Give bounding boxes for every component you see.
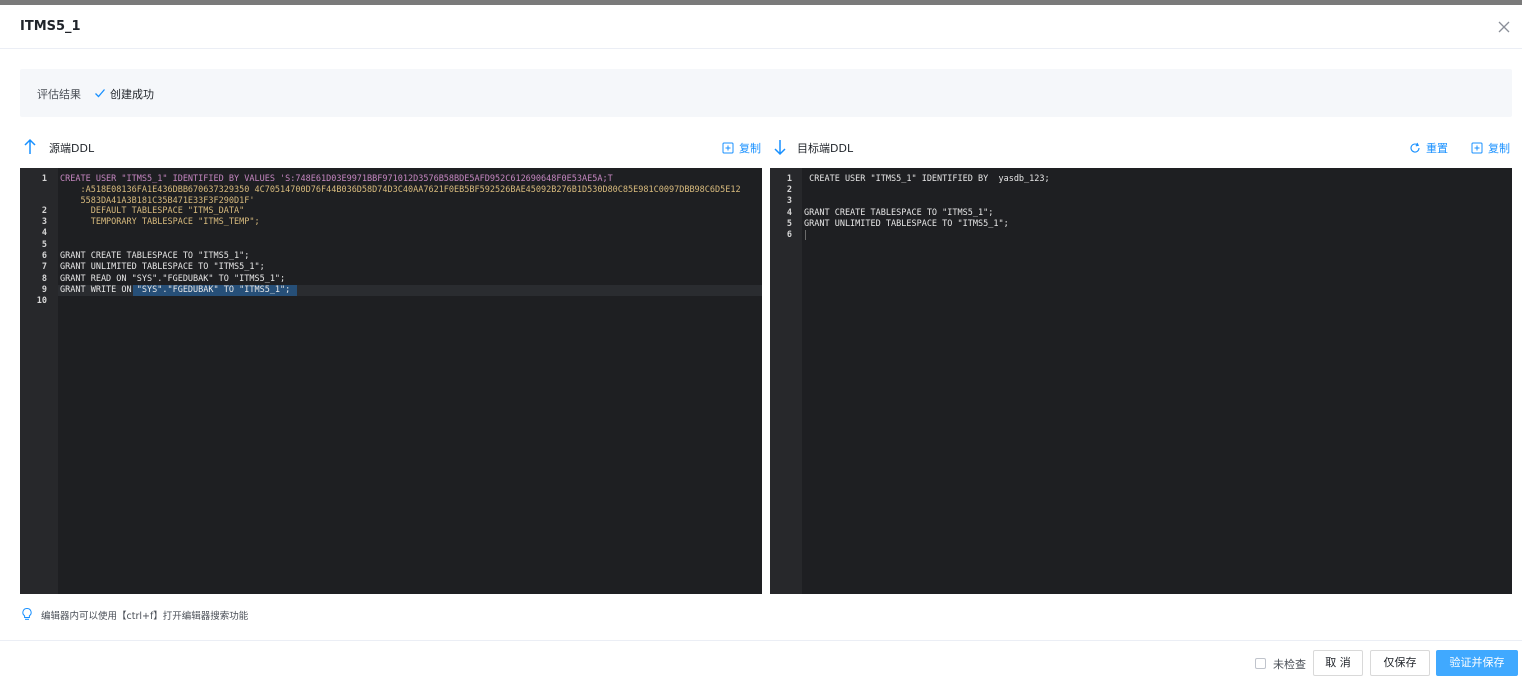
copy-icon	[1471, 142, 1483, 154]
source-copy-label: 复制	[739, 142, 761, 155]
verify-and-save-button[interactable]: 验证并保存	[1436, 650, 1518, 676]
line-number: 7	[41, 262, 47, 272]
line-number: 2	[786, 185, 792, 195]
unchecked-label: 未检查	[1273, 658, 1306, 671]
check-icon	[95, 89, 105, 98]
lightbulb-icon	[22, 607, 32, 620]
arrow-up-icon	[24, 138, 36, 154]
arrow-down-icon	[774, 140, 786, 156]
source-code-line: GRANT WRITE ON "SYS"."FGEDUBAK" TO "ITMS…	[60, 285, 290, 296]
target-reset-button[interactable]: 重置	[1409, 140, 1448, 156]
line-number: 2	[41, 206, 47, 216]
source-code-line: GRANT READ ON "SYS"."FGEDUBAK" TO "ITMS5…	[60, 274, 285, 285]
line-number: 10	[36, 296, 47, 306]
dialog-title: ITMS5_1	[20, 19, 81, 34]
code-text: GRANT CREATE TABLESPACE TO "ITMS5_1";	[60, 251, 250, 261]
code-text: TEMPORARY TABLESPACE "ITMS_TEMP";	[60, 217, 260, 227]
line-number: 4	[41, 228, 47, 238]
code-text: :A518E08136FA1E436DBB670637329350 4C7051…	[60, 185, 741, 195]
line-number: 4	[786, 208, 792, 218]
target-copy-button[interactable]: 复制	[1471, 140, 1510, 156]
evaluation-label: 评估结果	[37, 88, 81, 101]
code-text: GRANT UNLIMITED TABLESPACE TO "ITMS5_1";	[60, 262, 265, 272]
target-code-line: GRANT UNLIMITED TABLESPACE TO "ITMS5_1";	[804, 219, 1009, 230]
source-code-line: CREATE USER "ITMS5_1" IDENTIFIED BY VALU…	[60, 174, 613, 185]
dialog-header: ITMS5_1	[0, 5, 1522, 49]
editor-tip-text: 编辑器内可以使用【ctrl+f】打开编辑器搜索功能	[41, 611, 249, 622]
source-code-line: GRANT CREATE TABLESPACE TO "ITMS5_1";	[60, 251, 249, 262]
text-cursor	[805, 230, 806, 240]
source-code-line: DEFAULT TABLESPACE "ITMS_DATA"	[60, 206, 245, 217]
source-ddl-editor[interactable]: 1 2 3 4 5 6 7 8 9 10 CREATE USER "ITMS5_…	[20, 168, 762, 594]
code-text: 5583DA41A3B181C35B471E33F3F290D1F'	[60, 196, 255, 206]
line-number: 3	[41, 217, 47, 227]
source-panel-title: 源端DDL	[49, 142, 95, 155]
evaluation-status: 创建成功	[110, 88, 154, 101]
save-only-button[interactable]: 仅保存	[1370, 650, 1430, 676]
line-number: 3	[786, 196, 792, 206]
refresh-icon	[1410, 142, 1420, 153]
code-text: GRANT UNLIMITED TABLESPACE TO "ITMS5_1";	[804, 219, 1009, 229]
line-number: 8	[41, 274, 47, 284]
target-reset-label: 重置	[1426, 142, 1448, 155]
ddl-dialog: ITMS5_1 评估结果 创建成功 源端DDL 复制 目标端DDL 重置 复制 …	[0, 5, 1522, 676]
unchecked-checkbox[interactable]	[1255, 658, 1266, 669]
target-ddl-editor[interactable]: 1 2 3 4 5 6 CREATE USER "ITMS5_1" IDENTI…	[770, 168, 1512, 594]
line-number: 6	[786, 230, 792, 240]
close-icon[interactable]	[1494, 17, 1514, 37]
target-copy-label: 复制	[1488, 142, 1510, 155]
cancel-button[interactable]: 取 消	[1313, 650, 1363, 676]
code-text: DEFAULT TABLESPACE "ITMS_DATA"	[60, 206, 245, 216]
line-number: 5	[786, 219, 792, 229]
source-code-line: TEMPORARY TABLESPACE "ITMS_TEMP";	[60, 217, 260, 228]
source-copy-button[interactable]: 复制	[722, 140, 761, 156]
target-code-line: CREATE USER "ITMS5_1" IDENTIFIED BY yasd…	[804, 174, 1050, 185]
line-number: 5	[41, 240, 47, 250]
line-number: 6	[41, 251, 47, 261]
line-number: 1	[786, 174, 792, 184]
copy-icon	[722, 142, 734, 154]
code-text: GRANT WRITE ON "SYS"."FGEDUBAK" TO "ITMS…	[60, 285, 291, 295]
target-panel-title: 目标端DDL	[797, 142, 854, 155]
source-code-line: GRANT UNLIMITED TABLESPACE TO "ITMS5_1";	[60, 262, 265, 273]
code-text: CREATE USER "ITMS5_1" IDENTIFIED BY VALU…	[60, 174, 613, 184]
line-number: 9	[41, 285, 47, 295]
code-text: CREATE USER "ITMS5_1" IDENTIFIED BY yasd…	[804, 174, 1050, 184]
evaluation-result-bar: 评估结果 创建成功	[20, 69, 1512, 117]
code-text: GRANT CREATE TABLESPACE TO "ITMS5_1";	[804, 208, 994, 218]
source-panel-header: 源端DDL 复制	[22, 137, 764, 159]
target-code-line: GRANT CREATE TABLESPACE TO "ITMS5_1";	[804, 208, 993, 219]
line-number: 1	[41, 174, 47, 184]
source-code-line: :A518E08136FA1E436DBB670637329350 4C7051…	[60, 185, 741, 196]
code-text: GRANT READ ON "SYS"."FGEDUBAK" TO "ITMS5…	[60, 274, 286, 284]
target-panel-header: 目标端DDL 重置 复制	[772, 137, 1514, 159]
dialog-footer: 未检查 取 消 仅保存 验证并保存	[0, 640, 1522, 676]
